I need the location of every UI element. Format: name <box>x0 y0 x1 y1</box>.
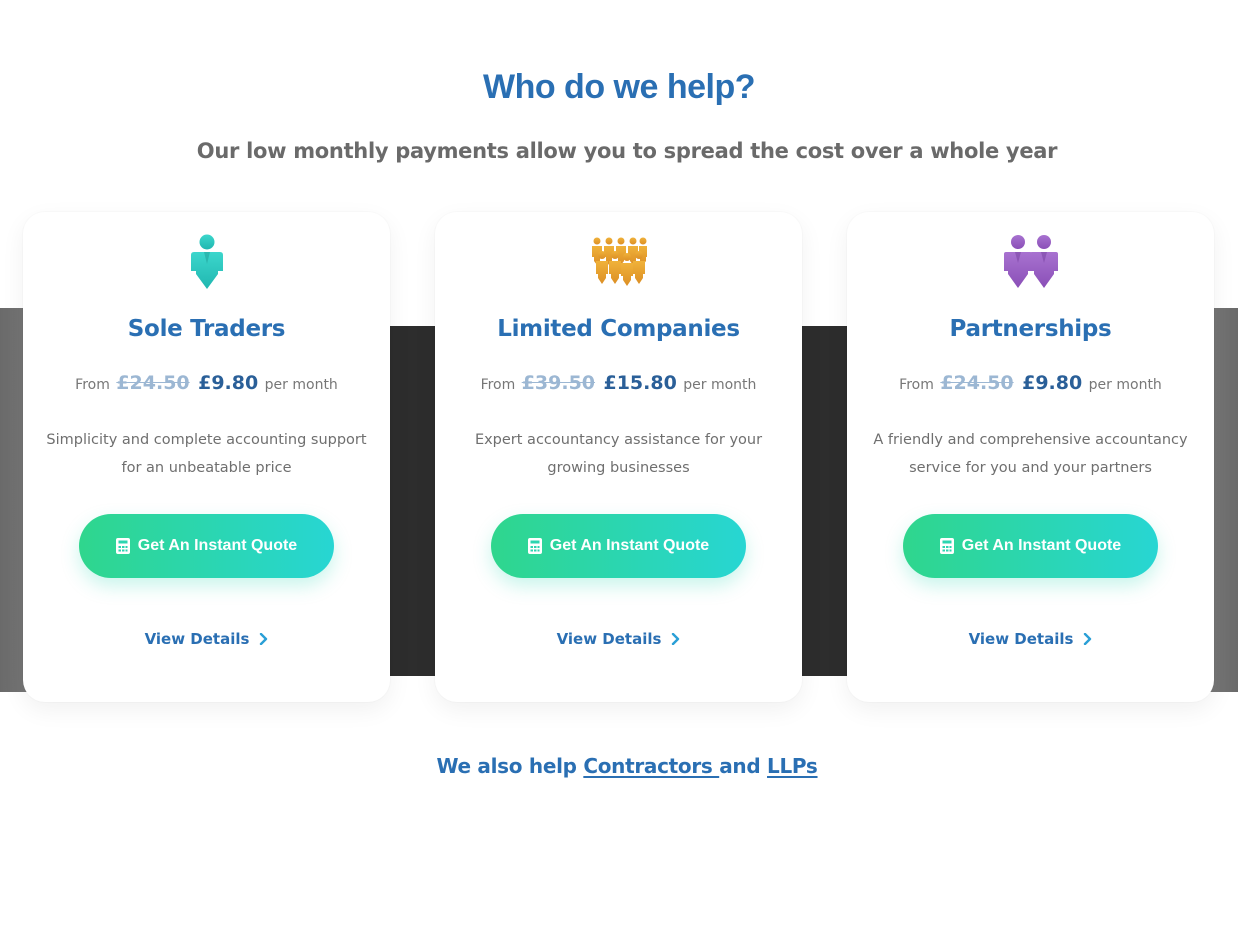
also-help-middle: and <box>719 754 768 778</box>
card-title: Partnerships <box>949 316 1112 342</box>
section-title: Who do we help? <box>482 68 756 106</box>
chevron-right-icon <box>672 633 680 645</box>
price-line: From £24.50 £9.80 per month <box>847 372 1214 394</box>
view-details-label: View Details <box>968 630 1074 648</box>
card-title: Limited Companies <box>497 316 740 342</box>
card-description: Expert accountancy assistance for your g… <box>474 432 763 476</box>
price-line: From £24.50 £9.80 per month <box>23 372 390 394</box>
get-quote-button[interactable]: Get An Instant Quote <box>903 514 1158 578</box>
old-price: £24.50 <box>116 372 190 394</box>
get-quote-button[interactable]: Get An Instant Quote <box>79 514 334 578</box>
get-quote-label: Get An Instant Quote <box>961 537 1122 554</box>
also-help-prefix: We also help <box>436 754 584 778</box>
get-quote-label: Get An Instant Quote <box>137 537 298 554</box>
calculator-icon <box>115 538 130 554</box>
section-subtitle: Our low monthly payments allow you to sp… <box>196 139 1058 163</box>
from-label: From <box>75 377 110 393</box>
new-price: £9.80 <box>1022 372 1083 394</box>
contractors-link[interactable]: Contractors <box>583 754 719 778</box>
card-description: Simplicity and complete accounting suppo… <box>46 432 367 476</box>
period-label: per month <box>683 377 757 393</box>
view-details-link[interactable]: View Details <box>847 630 1214 648</box>
card-sole-traders: Sole Traders From £24.50 £9.80 per month… <box>23 212 390 702</box>
chevron-right-icon <box>260 633 268 645</box>
get-quote-label: Get An Instant Quote <box>549 537 710 554</box>
also-help-line: We also help Contractors and LLPs <box>0 754 1238 778</box>
chevron-right-icon <box>1084 633 1092 645</box>
period-label: per month <box>1088 377 1162 393</box>
two-people-icon <box>847 234 1214 290</box>
card-title: Sole Traders <box>127 316 286 342</box>
llps-link[interactable]: LLPs <box>767 754 818 778</box>
from-label: From <box>899 377 934 393</box>
card-limited-companies: Limited Companies From £39.50 £15.80 per… <box>435 212 802 702</box>
person-icon <box>23 234 390 290</box>
group-icon <box>435 234 802 290</box>
view-details-link[interactable]: View Details <box>23 630 390 648</box>
period-label: per month <box>264 377 338 393</box>
card-description: A friendly and comprehensive accountancy… <box>873 432 1188 476</box>
view-details-link[interactable]: View Details <box>435 630 802 648</box>
view-details-label: View Details <box>556 630 662 648</box>
view-details-label: View Details <box>144 630 250 648</box>
calculator-icon <box>939 538 954 554</box>
calculator-icon <box>527 538 542 554</box>
get-quote-button[interactable]: Get An Instant Quote <box>491 514 746 578</box>
new-price: £9.80 <box>198 372 259 394</box>
old-price: £39.50 <box>521 372 596 394</box>
new-price: £15.80 <box>603 372 677 394</box>
from-label: From <box>480 377 516 393</box>
old-price: £24.50 <box>940 372 1014 394</box>
price-line: From £39.50 £15.80 per month <box>435 372 802 394</box>
card-partnerships: Partnerships From £24.50 £9.80 per month… <box>847 212 1214 702</box>
